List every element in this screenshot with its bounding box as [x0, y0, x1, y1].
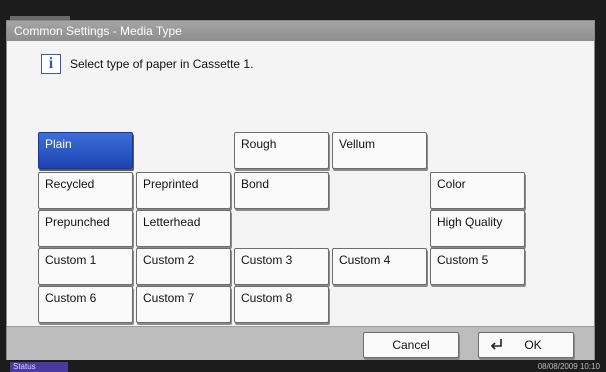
media-button-preprinted[interactable]: Preprinted — [136, 172, 231, 209]
date-time: 08/08/2009 10:10 — [537, 362, 600, 371]
status-button[interactable]: Status — [10, 362, 68, 372]
media-button-custom-1[interactable]: Custom 1 — [38, 248, 133, 285]
ok-button[interactable]: OK — [478, 332, 574, 358]
status-bar: Status 08/08/2009 10:10 — [0, 362, 606, 372]
media-button-custom-4[interactable]: Custom 4 — [332, 248, 427, 285]
media-button-plain[interactable]: Plain — [38, 132, 133, 169]
footer-bar: Cancel OK — [7, 326, 594, 360]
media-button-custom-6[interactable]: Custom 6 — [38, 286, 133, 323]
media-button-prepunched[interactable]: Prepunched — [38, 210, 133, 247]
media-button-recycled[interactable]: Recycled — [38, 172, 133, 209]
media-button-color[interactable]: Color — [430, 172, 525, 209]
media-type-panel: Common Settings - Media Type i Select ty… — [6, 20, 595, 360]
media-button-rough[interactable]: Rough — [234, 132, 329, 169]
enter-icon — [490, 339, 502, 350]
media-button-custom-3[interactable]: Custom 3 — [234, 248, 329, 285]
ok-label: OK — [524, 338, 542, 352]
media-button-custom-2[interactable]: Custom 2 — [136, 248, 231, 285]
media-button-custom-7[interactable]: Custom 7 — [136, 286, 231, 323]
cancel-button[interactable]: Cancel — [363, 332, 459, 358]
media-button-letterhead[interactable]: Letterhead — [136, 210, 231, 247]
media-button-high-quality[interactable]: High Quality — [430, 210, 525, 247]
info-icon: i — [41, 54, 61, 74]
media-button-bond[interactable]: Bond — [234, 172, 329, 209]
window-title: Common Settings - Media Type — [7, 21, 594, 41]
media-button-custom-5[interactable]: Custom 5 — [430, 248, 525, 285]
media-button-vellum[interactable]: Vellum — [332, 132, 427, 169]
instruction-message: Select type of paper in Cassette 1. — [70, 57, 254, 71]
media-button-custom-8[interactable]: Custom 8 — [234, 286, 329, 323]
